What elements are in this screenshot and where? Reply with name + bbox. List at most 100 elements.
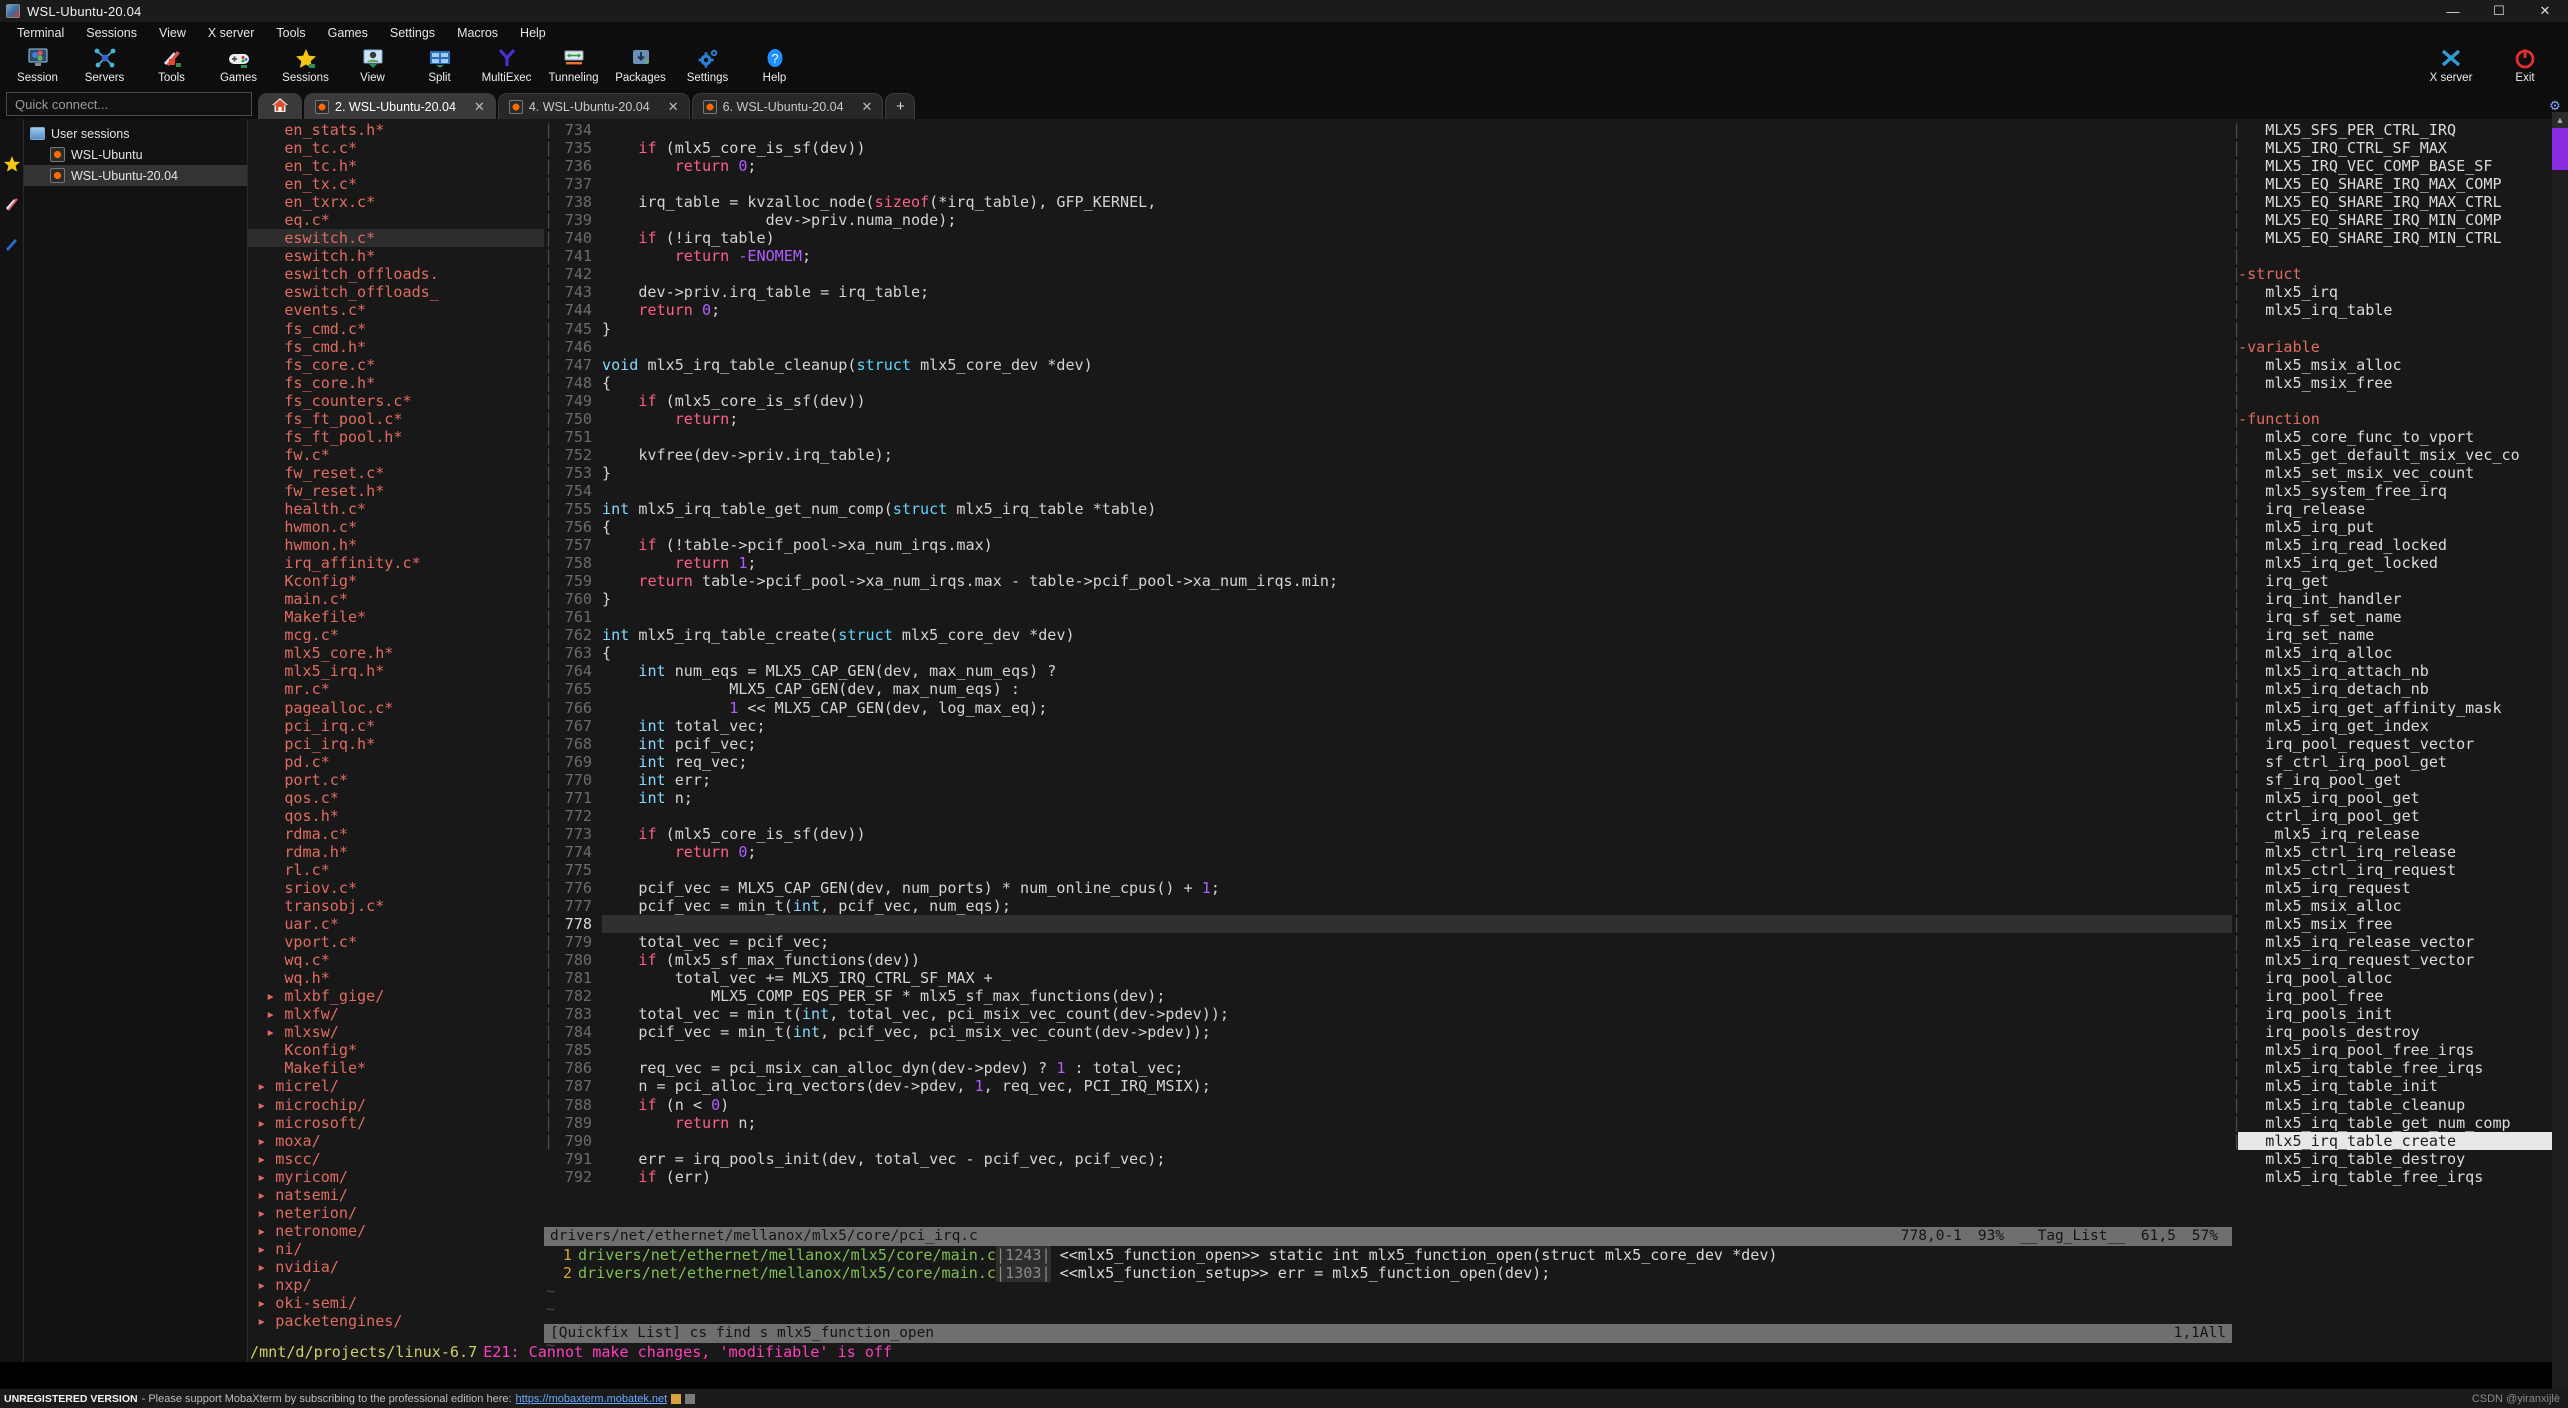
tagbar-item[interactable]: mlx5_irq_pool_get — [2238, 789, 2568, 807]
nerdtree-item[interactable]: ▸ ni/ — [248, 1240, 544, 1258]
tagbar-kind-header[interactable]: -variable — [2238, 338, 2568, 356]
tagbar-item[interactable]: mlx5_irq_detach_nb — [2238, 680, 2568, 698]
tagbar-item[interactable]: mlx5_irq_table_create — [2238, 1131, 2568, 1150]
code-line[interactable]: 747 void mlx5_irq_table_cleanup(struct ml… — [550, 356, 2232, 374]
nerdtree-item[interactable]: pagealloc.c* — [248, 699, 544, 717]
tagbar-item[interactable]: mlx5_irq_pool_free_irqs — [2238, 1041, 2568, 1059]
code-line[interactable]: 738 irq_table = kvzalloc_node(sizeof(*ir… — [550, 193, 2232, 211]
nerdtree-item[interactable]: Kconfig* — [248, 572, 544, 590]
toolbar-button-tunneling[interactable]: Tunneling — [540, 43, 607, 84]
sidebar-tools-icon[interactable] — [2, 193, 22, 215]
tagbar-item[interactable]: irq_pools_init — [2238, 1005, 2568, 1023]
nerdtree-item[interactable]: eswitch.c* — [248, 229, 544, 248]
nerdtree-item[interactable]: wq.c* — [248, 951, 544, 969]
nerdtree-item[interactable]: mlx5_irq.h* — [248, 662, 544, 680]
code-line[interactable]: 735 if (mlx5_core_is_sf(dev)) — [550, 139, 2232, 157]
tagbar-item[interactable]: ctrl_irq_pool_get — [2238, 807, 2568, 825]
code-line[interactable]: 736 return 0; — [550, 157, 2232, 175]
code-line[interactable]: 758 return 1; — [550, 554, 2232, 572]
menu-item-help[interactable]: Help — [509, 24, 557, 42]
new-tab-button[interactable]: + — [885, 93, 916, 119]
minimize-button[interactable]: — — [2430, 0, 2476, 22]
menu-item-sessions[interactable]: Sessions — [75, 24, 148, 42]
nerdtree-item[interactable]: pci_irq.h* — [248, 735, 544, 753]
code-line[interactable]: 745} — [550, 320, 2232, 338]
code-line[interactable]: 785 — [550, 1041, 2232, 1059]
nerdtree-item[interactable]: irq_affinity.c* — [248, 554, 544, 572]
tagbar-item[interactable]: irq_set_name — [2238, 626, 2568, 644]
tab-close-icon[interactable]: ✕ — [668, 99, 679, 115]
tagbar-item[interactable]: mlx5_irq_get_affinity_mask — [2238, 699, 2568, 717]
nerdtree-item[interactable]: Makefile* — [248, 1059, 544, 1077]
tagbar-item[interactable]: mlx5_irq_request_vector — [2238, 951, 2568, 969]
tagbar-item[interactable]: _mlx5_irq_release — [2238, 825, 2568, 843]
nerdtree-item[interactable]: en_tx.c* — [248, 175, 544, 193]
nerdtree-item[interactable]: eswitch_offloads. — [248, 265, 544, 283]
close-button[interactable]: ✕ — [2522, 0, 2568, 22]
nerdtree-item[interactable]: hwmon.c* — [248, 518, 544, 536]
toolbar-button-servers[interactable]: Servers — [71, 43, 138, 84]
toolbar-button-xserver[interactable]: X server — [2414, 43, 2488, 84]
nerdtree-item[interactable]: qos.h* — [248, 807, 544, 825]
toolbar-button-packages[interactable]: Packages — [607, 43, 674, 84]
code-line[interactable]: 737 — [550, 175, 2232, 193]
code-line[interactable]: 741 return -ENOMEM; — [550, 247, 2232, 265]
toolbar-button-exit[interactable]: Exit — [2488, 43, 2562, 84]
nerdtree-item[interactable]: fw.c* — [248, 446, 544, 464]
nerdtree-item[interactable]: transobj.c* — [248, 897, 544, 915]
toolbar-button-split[interactable]: Split — [406, 43, 473, 84]
session-item-wsl-ubuntu-2004[interactable]: WSL-Ubuntu-20.04 — [24, 165, 247, 186]
window-scrollbar[interactable]: ▲ — [2552, 112, 2568, 1389]
menu-item-view[interactable]: View — [148, 24, 197, 42]
quick-connect-input[interactable]: Quick connect... — [6, 92, 252, 116]
code-line[interactable]: 778 — [550, 915, 2232, 934]
code-line[interactable]: 784 pcif_vec = min_t(int, pcif_vec, pci_… — [550, 1023, 2232, 1041]
tagbar-item[interactable]: mlx5_irq_get_index — [2238, 717, 2568, 735]
tab-session-2[interactable]: 2. WSL-Ubuntu-20.04 ✕ — [304, 93, 496, 119]
code-line[interactable]: 754 — [550, 482, 2232, 500]
nerdtree-item[interactable]: events.c* — [248, 301, 544, 319]
tagbar-item[interactable]: mlx5_irq_release_vector — [2238, 933, 2568, 951]
nerdtree-item[interactable]: ▸ mlxfw/ — [248, 1005, 544, 1023]
code-line[interactable]: 787 n = pci_alloc_irq_vectors(dev->pdev,… — [550, 1077, 2232, 1095]
tagbar-item[interactable]: mlx5_irq_request — [2238, 879, 2568, 897]
nerdtree-item[interactable]: eswitch.h* — [248, 247, 544, 265]
nerdtree-item[interactable]: qos.c* — [248, 789, 544, 807]
tagbar-item[interactable]: mlx5_core_func_to_vport — [2238, 428, 2568, 446]
menu-item-settings[interactable]: Settings — [379, 24, 446, 42]
code-line[interactable]: 762 int mlx5_irq_table_create(struct mlx5… — [550, 626, 2232, 644]
nerdtree-item[interactable]: en_tc.h* — [248, 157, 544, 175]
code-line[interactable]: 790 — [550, 1132, 2232, 1150]
tagbar-item[interactable] — [2238, 392, 2568, 410]
code-line[interactable]: 783 total_vec = min_t(int, total_vec, pc… — [550, 1005, 2232, 1023]
mobaxterm-link[interactable]: https://mobaxterm.mobatek.net — [516, 1393, 668, 1405]
nerdtree-item[interactable]: mr.c* — [248, 680, 544, 698]
code-line[interactable]: 763 { — [550, 644, 2232, 662]
tagbar-item[interactable]: mlx5_msix_free — [2238, 915, 2568, 933]
nerdtree-item[interactable]: pd.c* — [248, 753, 544, 771]
tagbar-item[interactable]: mlx5_set_msix_vec_count — [2238, 464, 2568, 482]
tagbar-item[interactable]: mlx5_irq_get_locked — [2238, 554, 2568, 572]
tagbar-item[interactable]: mlx5_irq_table_cleanup — [2238, 1096, 2568, 1114]
nerdtree-item[interactable]: ▸ myricom/ — [248, 1168, 544, 1186]
tagbar-item[interactable] — [2238, 247, 2568, 265]
tagbar-item[interactable]: MLX5_IRQ_VEC_COMP_BASE_SF — [2238, 157, 2568, 175]
nerdtree-item[interactable]: main.c* — [248, 590, 544, 608]
code-line[interactable]: 746 — [550, 338, 2232, 356]
code-line[interactable]: 789 return n; — [550, 1114, 2232, 1132]
menu-item-macros[interactable]: Macros — [446, 24, 509, 42]
tagbar-item[interactable]: MLX5_SFS_PER_CTRL_IRQ — [2238, 121, 2568, 139]
code-line[interactable]: 734 — [550, 121, 2232, 139]
nerdtree-item[interactable]: port.c* — [248, 771, 544, 789]
tagbar-item[interactable]: mlx5_get_default_msix_vec_co — [2238, 446, 2568, 464]
toolbar-button-help[interactable]: ? Help — [741, 43, 808, 84]
code-line[interactable]: 769 int req_vec; — [550, 753, 2232, 771]
nerdtree-item[interactable]: en_txrx.c* — [248, 193, 544, 211]
tagbar-item[interactable]: mlx5_irq_table_destroy — [2238, 1150, 2568, 1168]
nerdtree-item[interactable]: health.c* — [248, 500, 544, 518]
nerdtree-item[interactable]: fs_core.c* — [248, 356, 544, 374]
tagbar-pane[interactable]: MLX5_SFS_PER_CTRL_IRQ MLX5_IRQ_CTRL_SF_M… — [2238, 119, 2568, 1362]
code-line[interactable]: 788 if (n < 0) — [550, 1096, 2232, 1114]
code-line[interactable]: 775 — [550, 861, 2232, 879]
toolbar-button-sessions[interactable]: Sessions — [272, 43, 339, 84]
